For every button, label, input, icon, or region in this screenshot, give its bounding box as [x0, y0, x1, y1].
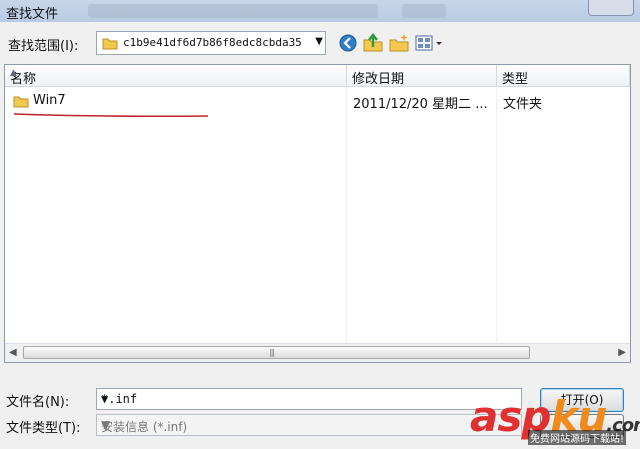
column-header-type-label: 类型: [502, 72, 529, 87]
look-in-label: 查找范围(I):: [8, 39, 79, 54]
scroll-right-icon[interactable]: ▶: [618, 347, 626, 358]
sort-ascending-icon: ▲: [10, 68, 17, 78]
filename-input[interactable]: *.inf ▼: [96, 388, 522, 410]
folder-icon: [102, 38, 118, 50]
close-button[interactable]: [588, 0, 634, 16]
blurred-title-area-2: [402, 4, 446, 18]
watermark-subtitle: 免费网站源码下载站!: [528, 430, 627, 445]
file-date-cell: 2011/12/20 星期二 ...: [353, 97, 488, 112]
scroll-left-icon[interactable]: ◀: [9, 347, 17, 358]
horizontal-scrollbar[interactable]: ◀ ||| ▶: [5, 343, 630, 362]
file-type-cell: 文件夹: [503, 97, 543, 112]
look-in-value: c1b9e41df6d7b86f8edc8cbda35: [123, 36, 302, 49]
column-divider: [496, 87, 497, 342]
new-folder-icon[interactable]: [388, 32, 410, 54]
column-header-date-label: 修改日期: [352, 72, 405, 87]
folder-icon: [13, 96, 29, 108]
column-header-name[interactable]: 名称 ▲: [5, 65, 347, 87]
column-header-type[interactable]: 类型: [497, 65, 630, 87]
grip-icon: |||: [269, 348, 275, 357]
view-menu-icon[interactable]: [414, 32, 446, 54]
find-file-dialog: 查找文件 查找范围(I): c1b9e41df6d7b86f8edc8cbda3…: [0, 0, 640, 449]
filetype-select[interactable]: 安装信息 (*.inf) ▼: [96, 414, 522, 436]
column-header-date[interactable]: 修改日期: [347, 65, 497, 87]
blurred-title-area: [88, 4, 378, 18]
file-name-cell: Win7: [33, 93, 66, 108]
red-annotation-underline: [13, 113, 209, 118]
chevron-down-icon[interactable]: ▼: [101, 392, 518, 406]
filename-label: 文件名(N):: [6, 395, 70, 410]
column-divider: [346, 87, 347, 342]
up-folder-icon[interactable]: [362, 32, 384, 54]
title-bar: 查找文件: [0, 0, 640, 22]
window-title: 查找文件: [6, 7, 59, 22]
scrollbar-thumb[interactable]: |||: [23, 346, 530, 359]
chevron-down-icon[interactable]: ▼: [101, 418, 518, 432]
file-list-view[interactable]: 名称 ▲ 修改日期 类型 Win7 2011/12/20 星期二 ... 文件夹…: [4, 64, 631, 363]
chevron-down-icon[interactable]: ▼: [315, 36, 323, 47]
back-icon[interactable]: [338, 32, 358, 54]
filetype-label: 文件类型(T):: [6, 421, 81, 436]
look-in-combo[interactable]: c1b9e41df6d7b86f8edc8cbda35 ▼: [96, 31, 326, 55]
